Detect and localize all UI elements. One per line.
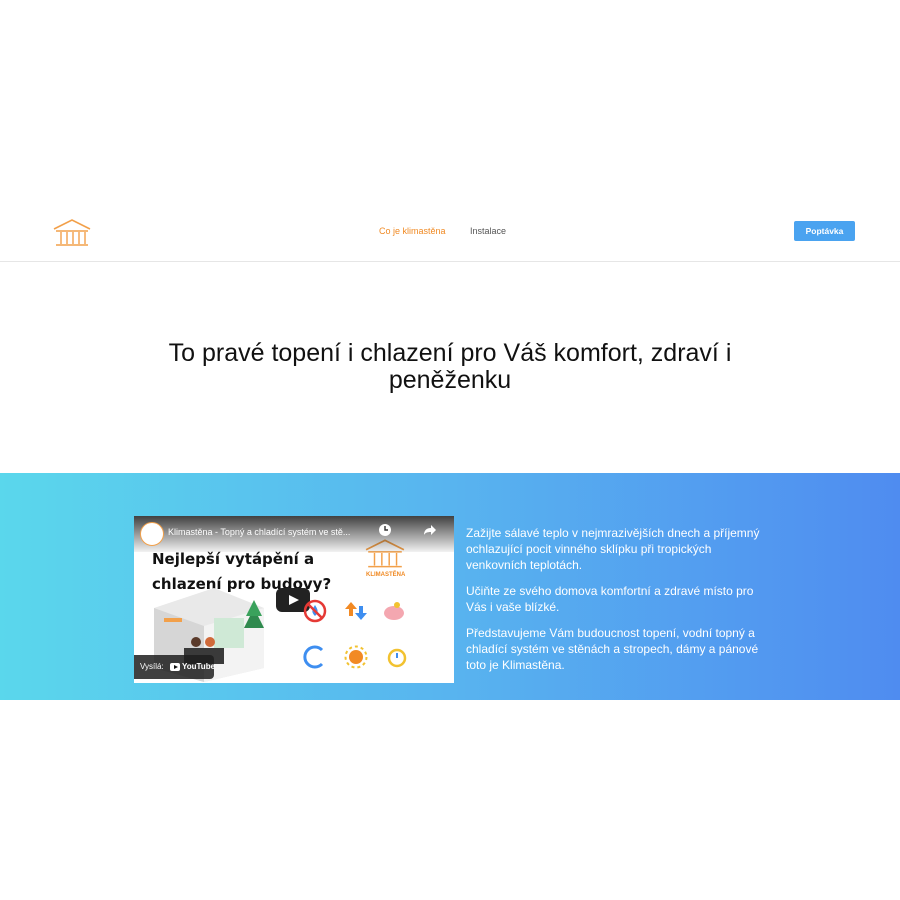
channel-avatar[interactable] <box>140 522 164 546</box>
intro-paragraph: Učiňte ze svého domova komfortní a zdrav… <box>466 584 754 614</box>
intro-paragraph: Zažijte sálavé teplo v nejmrazivějších d… <box>466 526 760 572</box>
heat-cool-arrows-icon <box>345 602 367 620</box>
intro-text: Zažijte sálavé teplo v nejmrazivějších d… <box>466 525 766 683</box>
intro-paragraph: Představujeme Vám budoucnost topení, vod… <box>466 626 759 672</box>
watch-later-icon[interactable] <box>378 523 392 537</box>
no-drop-icon <box>303 599 327 623</box>
stopwatch-icon <box>387 648 407 668</box>
piggy-bank-icon <box>384 602 404 620</box>
klimastena-logo[interactable] <box>52 217 92 249</box>
nav-item-instalace[interactable]: Instalace <box>470 226 506 236</box>
youtube-wordmark: YouTube <box>182 662 216 671</box>
page-title: To pravé topení i chlazení pro Váš komfo… <box>168 339 732 394</box>
temperature-icon <box>303 645 324 669</box>
youtube-video-embed[interactable]: Nejlepší vytápění a chlazení pro budovy?… <box>134 516 454 683</box>
video-title-bar: Klimastěna - Topný a chladící systém ve … <box>134 516 454 552</box>
sent-by-label: Vysílá: <box>140 662 164 671</box>
site-header: Co je klimastěna Instalace Poptávka <box>0 205 900 262</box>
poptavka-button[interactable]: Poptávka <box>794 221 855 241</box>
sun-icon <box>344 645 368 669</box>
youtube-watermark[interactable]: Vysílá: YouTube <box>134 655 216 679</box>
share-icon[interactable] <box>423 523 437 537</box>
thumbnail-brand-text: KLIMASTĚNA <box>366 572 406 578</box>
video-title[interactable]: Klimastěna - Topný a chladící systém ve … <box>168 527 350 537</box>
intro-band: Nejlepší vytápění a chlazení pro budovy?… <box>0 473 900 700</box>
nav-item-co-je-klimastena[interactable]: Co je klimastěna <box>379 226 446 236</box>
youtube-logo-icon <box>170 663 180 671</box>
